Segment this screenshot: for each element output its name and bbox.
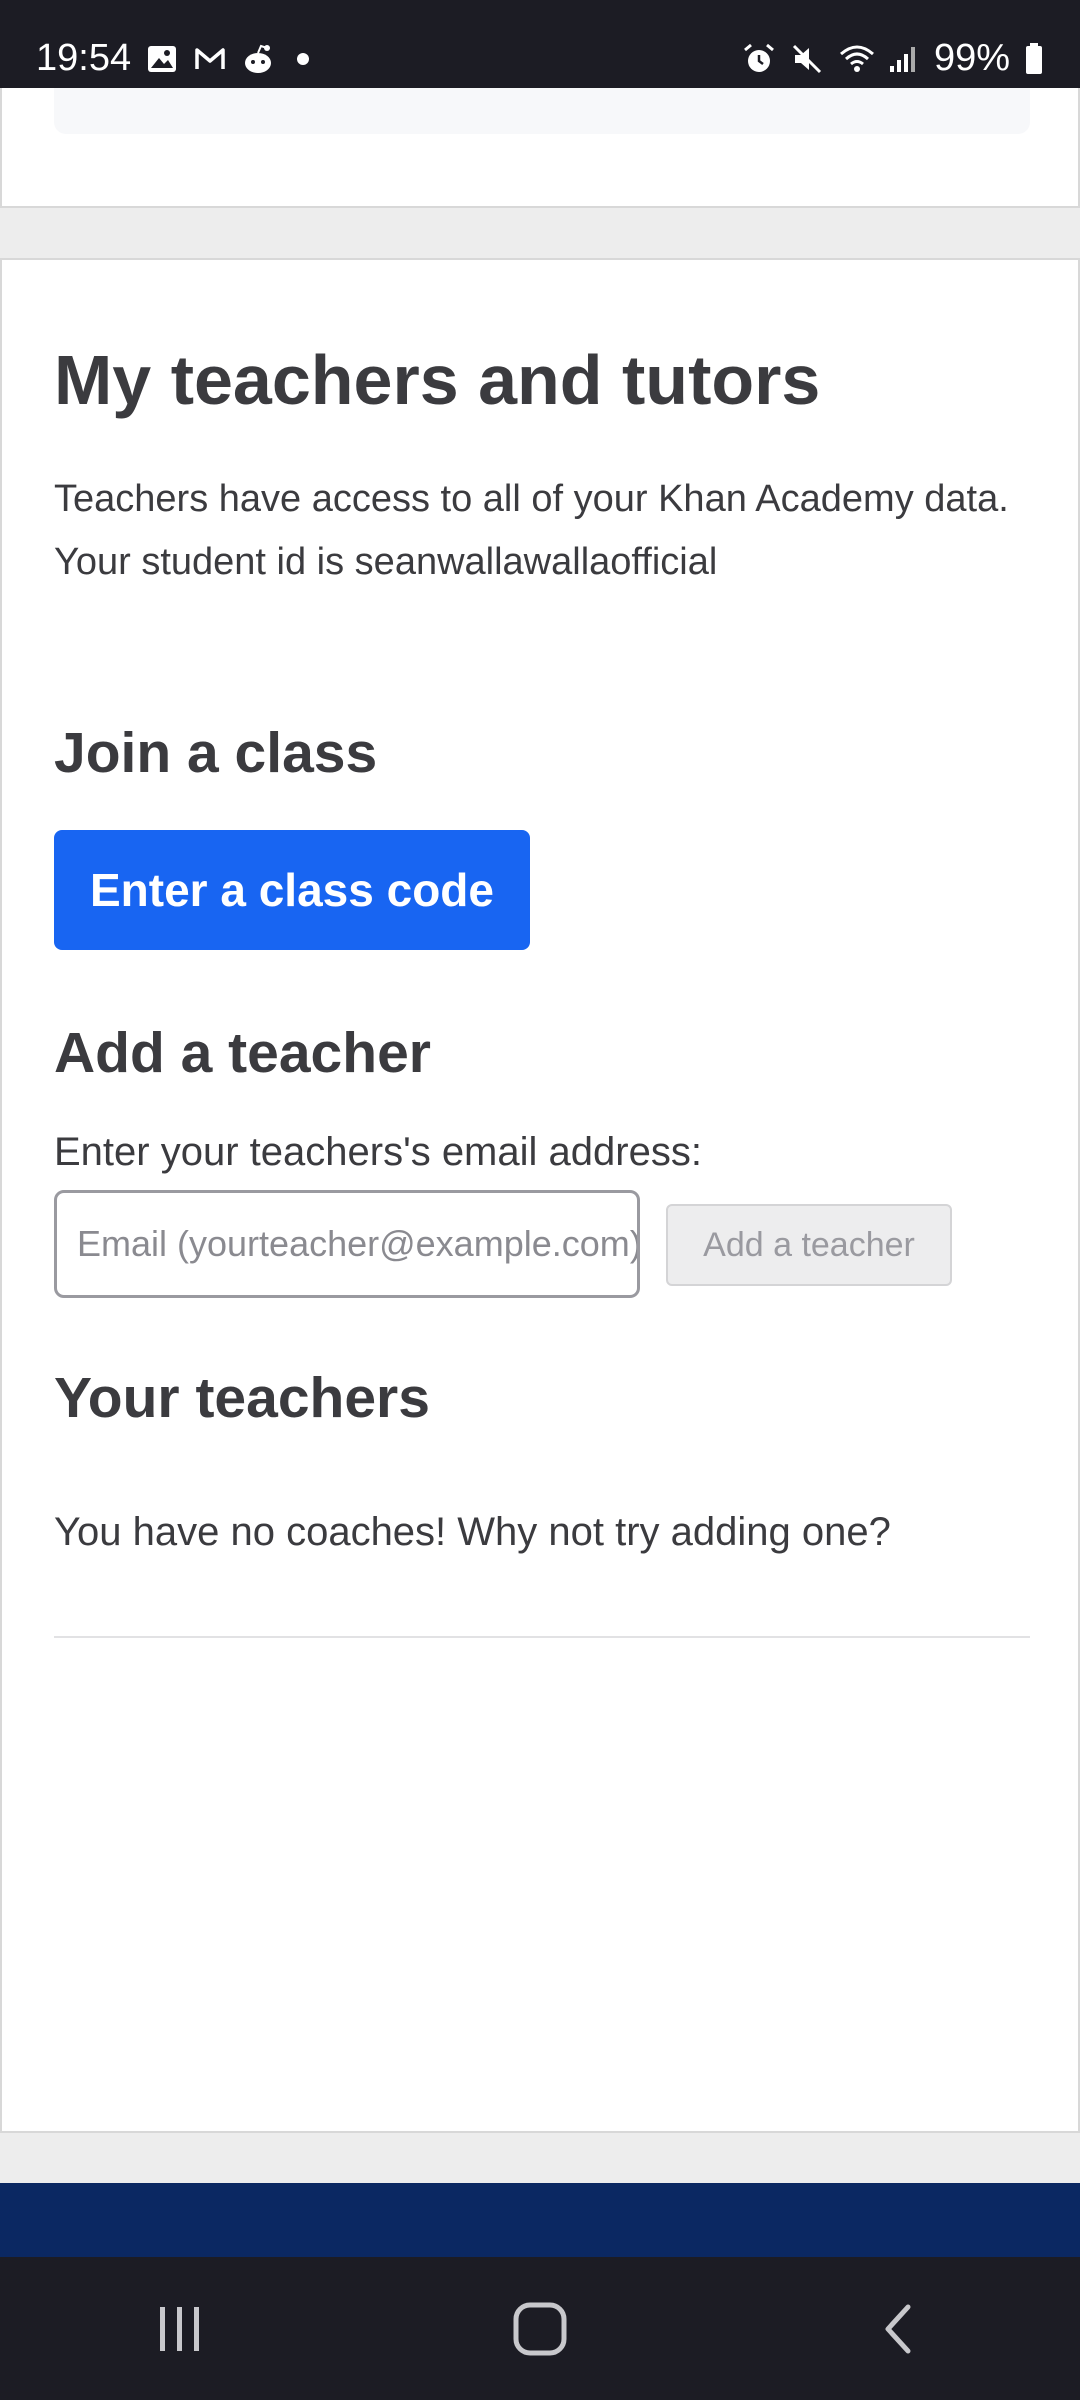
description: Teachers have access to all of your Khan… bbox=[54, 468, 1034, 594]
battery-percent: 99% bbox=[933, 37, 1010, 79]
recent-apps-icon[interactable] bbox=[120, 2279, 240, 2379]
previous-card bbox=[0, 88, 1080, 208]
status-bar-left: 19:54 bbox=[36, 37, 310, 80]
add-teacher-heading: Add a teacher bbox=[54, 1021, 431, 1085]
description-line-student-id: Your student id is seanwallawallaofficia… bbox=[54, 541, 718, 583]
navigation-bar bbox=[0, 2257, 1080, 2400]
battery-icon bbox=[1024, 42, 1044, 76]
teacher-email-input[interactable]: Email (yourteacher@example.com) bbox=[54, 1190, 640, 1298]
screen: 19:54 99% My teachers and tutors Teacher… bbox=[0, 0, 1080, 2400]
alarm-icon bbox=[742, 42, 776, 76]
empty-teachers-message: You have no coaches! Why not try adding … bbox=[54, 1510, 891, 1554]
page-title: My teachers and tutors bbox=[54, 341, 821, 419]
wifi-icon bbox=[838, 42, 874, 76]
dot-icon bbox=[297, 52, 310, 65]
mute-icon bbox=[790, 42, 824, 76]
divider bbox=[54, 1636, 1030, 1638]
reddit-icon bbox=[241, 42, 275, 76]
status-time: 19:54 bbox=[36, 37, 132, 79]
status-bar-right: 99% bbox=[742, 37, 1044, 80]
footer-band bbox=[0, 2183, 1080, 2257]
home-icon[interactable] bbox=[480, 2279, 600, 2379]
back-icon[interactable] bbox=[840, 2279, 960, 2379]
signal-icon bbox=[886, 42, 920, 76]
description-line-access: Teachers have access to all of your Khan… bbox=[54, 478, 1009, 520]
join-class-heading: Join a class bbox=[54, 721, 378, 785]
previous-card-content bbox=[54, 88, 1030, 134]
add-teacher-button[interactable]: Add a teacher bbox=[666, 1204, 952, 1286]
gmail-icon bbox=[193, 42, 227, 76]
status-bar: 19:54 99% bbox=[0, 0, 1080, 88]
gallery-icon bbox=[145, 42, 179, 76]
teachers-card: My teachers and tutors Teachers have acc… bbox=[0, 258, 1080, 2133]
enter-class-code-button[interactable]: Enter a class code bbox=[54, 830, 530, 950]
your-teachers-heading: Your teachers bbox=[54, 1366, 430, 1430]
email-label: Enter your teachers's email address: bbox=[54, 1130, 702, 1174]
